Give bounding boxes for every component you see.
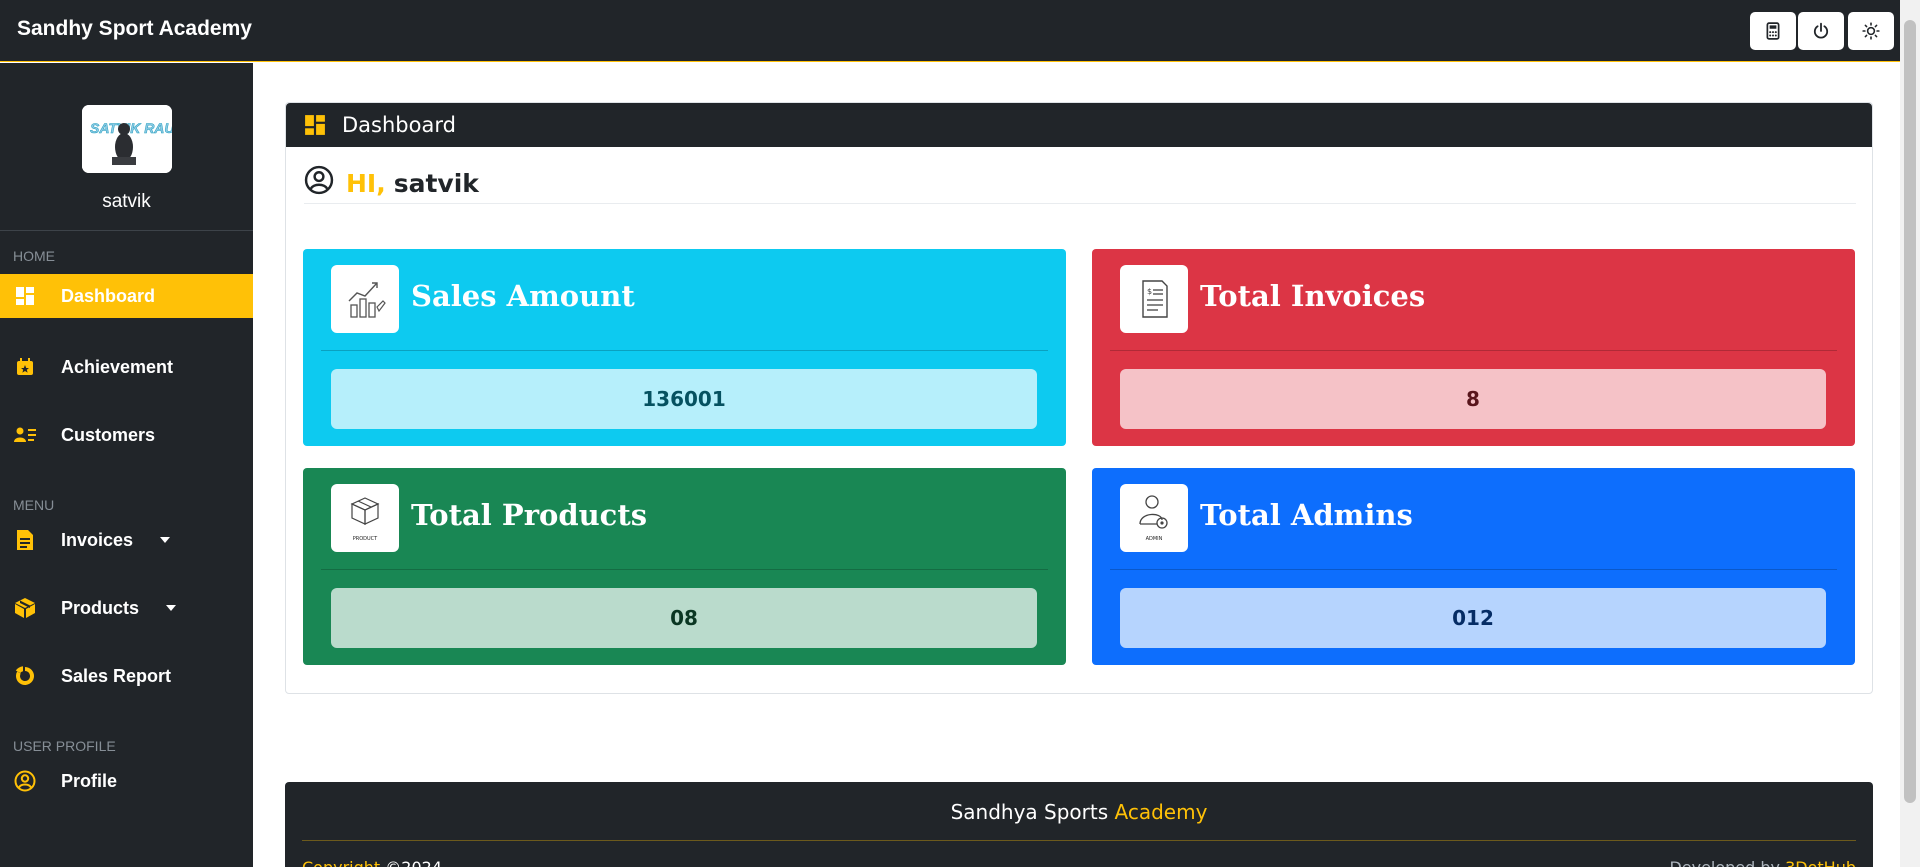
card-value: 012 xyxy=(1120,588,1826,648)
brand-title[interactable]: Sandhy Sport Academy xyxy=(17,17,252,41)
footer-title-main: Sandhya Sports xyxy=(950,800,1115,824)
card-divider xyxy=(1110,350,1837,351)
sun-icon xyxy=(1862,22,1880,40)
sidebar-item-invoices[interactable]: Invoices xyxy=(0,518,253,562)
sidebar-item-label: Sales Report xyxy=(61,665,172,686)
pie-chart-icon xyxy=(13,664,37,688)
footer-title-accent: Academy xyxy=(1114,800,1208,824)
calendar-star-icon xyxy=(13,355,37,379)
section-label-menu: MENU xyxy=(13,497,55,513)
user-circle-icon xyxy=(13,769,37,793)
dashboard-grid-icon xyxy=(304,114,326,141)
footer-divider xyxy=(302,840,1856,841)
sidebar-username: satvik xyxy=(102,191,151,212)
avatar-image: SATVIK RAUT xyxy=(82,105,172,173)
power-icon xyxy=(1813,22,1829,39)
sidebar-item-products[interactable]: Products xyxy=(0,586,253,630)
card-total-admins[interactable]: ADMIN Total Admins 012 xyxy=(1092,468,1855,665)
sidebar-item-label: Achievement xyxy=(61,356,174,377)
box-icon xyxy=(13,596,37,620)
admin-icon-caption: ADMIN xyxy=(1146,536,1163,542)
card-title: Sales Amount xyxy=(411,279,635,313)
sidebar-item-label: Profile xyxy=(61,770,118,791)
copyright-year: ©2024 xyxy=(380,858,442,867)
sidebar-item-label: Invoices xyxy=(61,529,134,550)
sidebar-item-customers[interactable]: Customers xyxy=(0,413,253,457)
sidebar-item-label: Products xyxy=(61,597,140,618)
sidebar-item-achievement[interactable]: Achievement xyxy=(0,345,253,389)
card-title: Total Admins xyxy=(1200,498,1413,532)
greeting-hi: HI, xyxy=(346,168,386,198)
card-divider xyxy=(1110,569,1837,570)
card-sales-amount[interactable]: Sales Amount 136001 xyxy=(303,249,1066,446)
chevron-down-icon xyxy=(166,605,176,611)
card-title: Total Invoices xyxy=(1200,279,1426,313)
svg-text:$: $ xyxy=(1147,287,1152,296)
user-list-icon xyxy=(13,423,37,447)
sidebar: SATVIK RAUT satvik HOME Dashboard Achiev… xyxy=(0,63,253,867)
user-circle-icon xyxy=(304,165,334,201)
sidebar-item-sales-report[interactable]: Sales Report xyxy=(0,654,253,698)
sales-chart-icon xyxy=(331,265,399,333)
footer: Sandhya Sports Academy Copyright ©2024 D… xyxy=(285,782,1873,867)
calculator-button[interactable] xyxy=(1750,12,1796,50)
dashboard-panel: Dashboard HI, satvik Sales Amount 136001… xyxy=(285,102,1873,694)
invoice-icon: $ xyxy=(1120,265,1188,333)
card-total-invoices[interactable]: $ Total Invoices 8 xyxy=(1092,249,1855,446)
copyright-label[interactable]: Copyright xyxy=(302,858,380,867)
product-icon-caption: PRODUCT xyxy=(353,536,378,542)
footer-developed-by: Developed by 3DotHub xyxy=(1669,858,1856,867)
card-total-products[interactable]: PRODUCT Total Products 08 xyxy=(303,468,1066,665)
avatar-logo-text: SATVIK RAUT xyxy=(90,120,172,136)
avatar[interactable]: SATVIK RAUT xyxy=(82,105,172,173)
grid-icon xyxy=(13,284,37,308)
card-divider xyxy=(321,569,1048,570)
footer-copyright: Copyright ©2024 xyxy=(302,858,442,867)
greeting-name: satvik xyxy=(393,168,479,198)
developer-link[interactable]: 3DotHub xyxy=(1785,858,1856,867)
card-title: Total Products xyxy=(411,498,648,532)
card-value: 08 xyxy=(331,588,1037,648)
card-value: 8 xyxy=(1120,369,1826,429)
page-scrollbar[interactable] xyxy=(1900,0,1920,867)
greeting-divider xyxy=(304,203,1856,204)
logout-button[interactable] xyxy=(1798,12,1844,50)
product-box-icon: PRODUCT xyxy=(331,484,399,552)
admin-user-icon: ADMIN xyxy=(1120,484,1188,552)
card-divider xyxy=(321,350,1048,351)
card-value: 136001 xyxy=(331,369,1037,429)
chevron-down-icon xyxy=(160,537,170,543)
scrollbar-thumb[interactable] xyxy=(1904,20,1916,803)
page-title: Dashboard xyxy=(342,113,456,137)
greeting: HI, satvik xyxy=(304,165,479,201)
sidebar-item-label: Customers xyxy=(61,424,156,445)
sidebar-item-profile[interactable]: Profile xyxy=(0,759,253,803)
top-navbar: Sandhy Sport Academy xyxy=(0,0,1900,62)
panel-header: Dashboard xyxy=(286,103,1872,147)
theme-toggle-button[interactable] xyxy=(1848,12,1894,50)
sidebar-item-label: Dashboard xyxy=(61,285,156,306)
calculator-icon xyxy=(1766,22,1780,40)
sidebar-item-dashboard[interactable]: Dashboard xyxy=(0,274,253,318)
section-label-home: HOME xyxy=(13,248,55,264)
developed-label: Developed by xyxy=(1669,858,1785,867)
footer-title: Sandhya Sports Academy xyxy=(285,800,1873,824)
sidebar-divider xyxy=(0,230,253,231)
section-label-user-profile: USER PROFILE xyxy=(13,738,116,754)
document-icon xyxy=(13,528,37,552)
